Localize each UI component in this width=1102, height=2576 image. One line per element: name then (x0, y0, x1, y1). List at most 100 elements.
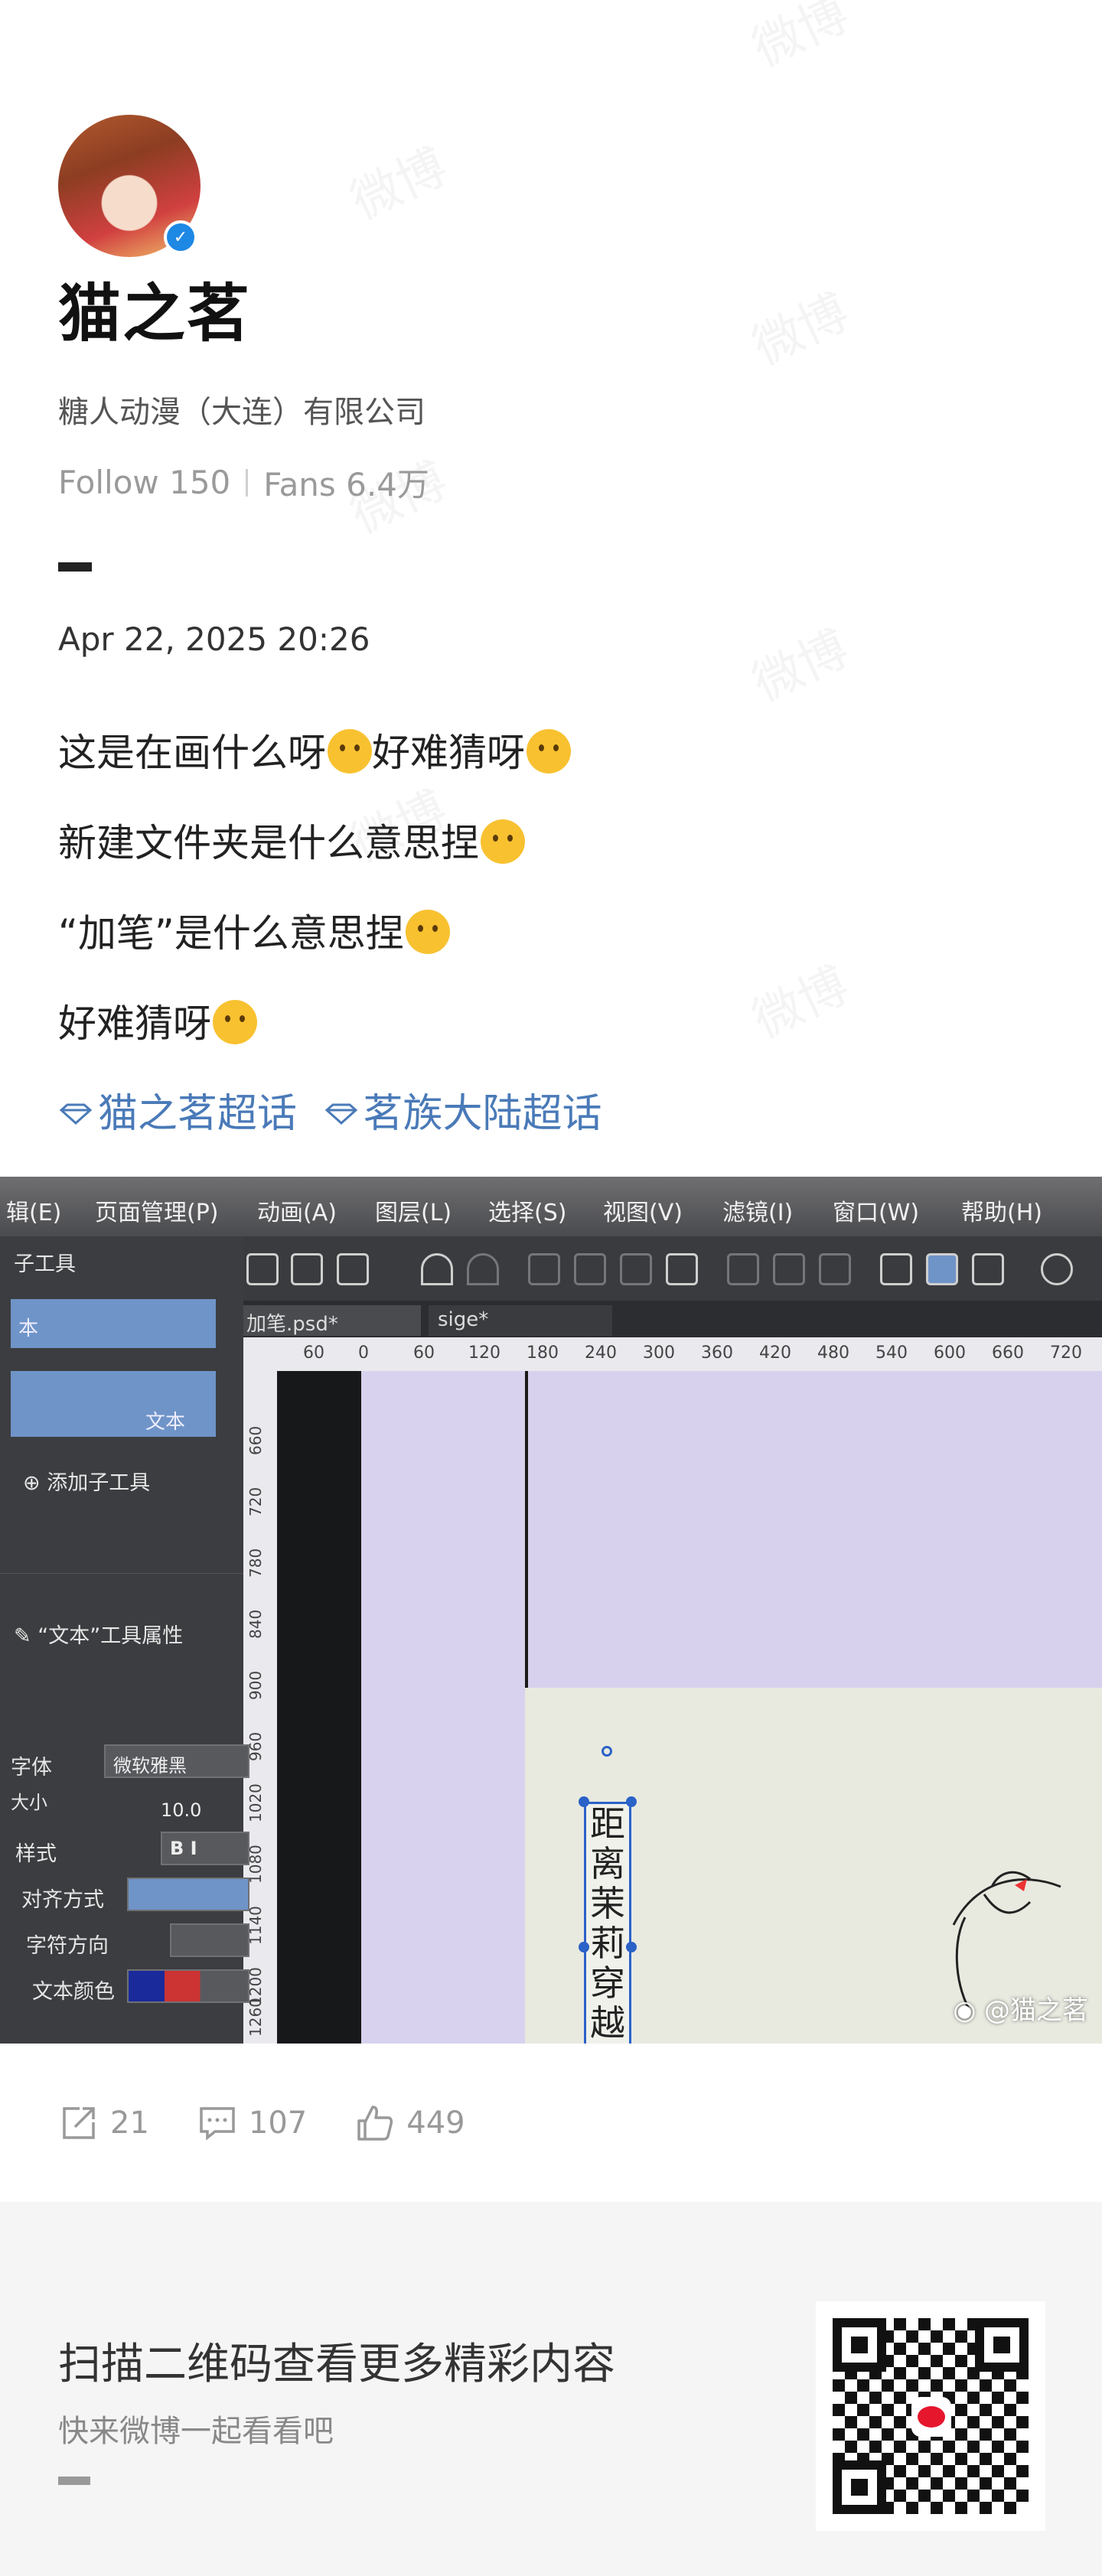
canvas-gutter (277, 1371, 361, 2044)
comment-icon (200, 2107, 235, 2141)
new-file-icon (246, 1253, 279, 1285)
rotate-handle (602, 1746, 612, 1757)
property-label: 字体 (11, 1756, 52, 1780)
post-text: 好难猜呀 (58, 1001, 211, 1046)
tool-icon (574, 1253, 606, 1285)
footer-title: 扫描二维码查看更多精彩内容 (58, 2340, 615, 2389)
super-topic-link[interactable]: 茗族大陆超话 (324, 1069, 602, 1159)
post-body: 这是在画什么呀 好难猜呀 新建文件夹是什么意思捏 “加笔”是什么意思捏 好难猜呀 … (58, 708, 1053, 1159)
align-buttons (127, 1877, 249, 1911)
repost-icon (63, 2107, 95, 2139)
footer-subtitle: 快来微博一起看看吧 (58, 2414, 334, 2449)
style-buttons: B I (161, 1832, 249, 1865)
property-label: 大小 (11, 1792, 47, 1813)
post-text: “加笔”是什么意思捏 (58, 911, 404, 956)
panel-frame (525, 1371, 1102, 1692)
repost-button[interactable]: 21 (58, 2102, 149, 2144)
verified-badge-icon: ✓ (164, 220, 197, 254)
diamond-icon (59, 1103, 93, 1125)
menu-item: 帮助(H) (961, 1200, 1042, 1226)
like-count: 449 (406, 2105, 465, 2141)
like-button[interactable]: 449 (354, 2102, 465, 2144)
property-label: 文本颜色 (32, 1980, 115, 2004)
post-line: 这是在画什么呀 好难猜呀 (58, 708, 1053, 798)
comment-button[interactable]: 107 (197, 2102, 307, 2144)
repost-count: 21 (110, 2105, 149, 2141)
resize-handle (579, 1796, 589, 1807)
resize-handle (579, 1942, 589, 1952)
fans-count[interactable]: Fans 6.4万 (263, 459, 429, 506)
post-line: 新建文件夹是什么意思捏 (58, 798, 1053, 888)
sub-tool-item-selected: 文本 (11, 1371, 216, 1437)
page-watermark: 微博 (740, 0, 859, 80)
pen-active-icon (926, 1253, 958, 1285)
qr-finder (833, 2460, 886, 2514)
weibo-logo-icon (911, 2397, 951, 2437)
tool-icon (773, 1253, 805, 1285)
profile-header: ✓ 猫之茗 糖人动漫（大连）有限公司 Follow 150 Fans 6.4万 … (58, 115, 1045, 658)
add-sub-tool: ⊕ 添加子工具 (23, 1471, 151, 1495)
user-name[interactable]: 猫之茗 (58, 283, 1045, 346)
pen-icon (880, 1253, 912, 1285)
font-select: 微软雅黑 (104, 1744, 249, 1778)
post-line: “加笔”是什么意思捏 (58, 888, 1053, 979)
qr-pattern (833, 2318, 1029, 2514)
super-topic-link[interactable]: 猫之茗超话 (58, 1069, 297, 1159)
vertical-text-box: 距 离 茉 莉 穿 越 还 (584, 1802, 631, 2044)
action-bar: 21 107 449 (58, 2096, 513, 2150)
folder-icon (291, 1253, 323, 1285)
property-label: 字符方向 (26, 1934, 109, 1958)
tool-panel: 子工具 本 文本 ⊕ 添加子工具 ✎ “文本”工具属性 字体 微软雅黑 大小 1… (0, 1236, 249, 2044)
document-tab: sige* (429, 1305, 612, 1336)
user-company: 糖人动漫（大连）有限公司 (58, 395, 425, 430)
app-toolbar (230, 1236, 1102, 1301)
menu-item: 页面管理(P) (95, 1200, 219, 1226)
qr-finder (833, 2318, 886, 2372)
stats-divider (246, 468, 249, 497)
menu-item: 窗口(W) (833, 1200, 920, 1226)
app-menubar: 辑(E) 页面管理(P) 动画(A) 图层(L) 选择(S) 视图(V) 滤镜(… (0, 1177, 1102, 1236)
section-divider (58, 562, 92, 572)
qr-code[interactable] (816, 2301, 1045, 2531)
sub-tool-item: 本 (11, 1299, 216, 1348)
pen-icon (972, 1253, 1004, 1285)
post-image[interactable]: 辑(E) 页面管理(P) 动画(A) 图层(L) 选择(S) 视图(V) 滤镜(… (0, 1177, 1102, 2044)
transform-icon (666, 1253, 698, 1285)
follow-stats: Follow 150 Fans 6.4万 (58, 459, 1045, 506)
save-icon (337, 1253, 369, 1285)
post-date: Apr 22, 2025 20:26 (58, 620, 370, 658)
menu-item: 视图(V) (603, 1200, 683, 1226)
menu-item: 辑(E) (6, 1200, 62, 1226)
thumbs-up-icon (357, 2105, 393, 2141)
avatar[interactable]: ✓ (58, 115, 201, 257)
property-label: 样式 (15, 1842, 57, 1866)
help-icon (1041, 1253, 1073, 1285)
kissing-emoji-icon (405, 910, 450, 954)
qr-finder (975, 2318, 1029, 2372)
follow-count[interactable]: Follow 150 (58, 464, 230, 501)
menu-item: 滤镜(I) (722, 1200, 794, 1226)
post-text: 新建文件夹是什么意思捏 (58, 821, 479, 865)
diamond-icon (324, 1103, 357, 1125)
panel-divider (0, 1573, 243, 1610)
image-watermark: ◉ @猫之茗 (953, 1995, 1088, 2026)
property-label: 对齐方式 (21, 1888, 104, 1912)
horizontal-ruler: 60 0 60 120 180 240 300 360 420 480 540 … (243, 1337, 1102, 1371)
menu-item: 动画(A) (257, 1200, 337, 1226)
tag-label: 猫之茗超话 (98, 1091, 298, 1137)
resize-handle (626, 1796, 637, 1807)
menu-item: 选择(S) (488, 1200, 567, 1226)
comment-count: 107 (248, 2105, 308, 2141)
post-line: 好难猜呀 (58, 979, 1053, 1069)
tool-properties-title: ✎ “文本”工具属性 (14, 1624, 184, 1648)
footer-divider (58, 2477, 90, 2485)
direction-buttons (170, 1923, 249, 1957)
panel-title: 子工具 (14, 1252, 76, 1276)
qr-footer: 扫描二维码查看更多精彩内容 快来微博一起看看吧 (0, 2202, 1102, 2576)
post-text: 好难猜呀 (372, 731, 525, 775)
menu-item: 图层(L) (375, 1200, 452, 1226)
post-text: 这是在画什么呀 (58, 731, 326, 775)
tool-icon (819, 1253, 851, 1285)
kissing-emoji-icon (481, 819, 525, 864)
tag-label: 茗族大陆超话 (363, 1091, 602, 1137)
